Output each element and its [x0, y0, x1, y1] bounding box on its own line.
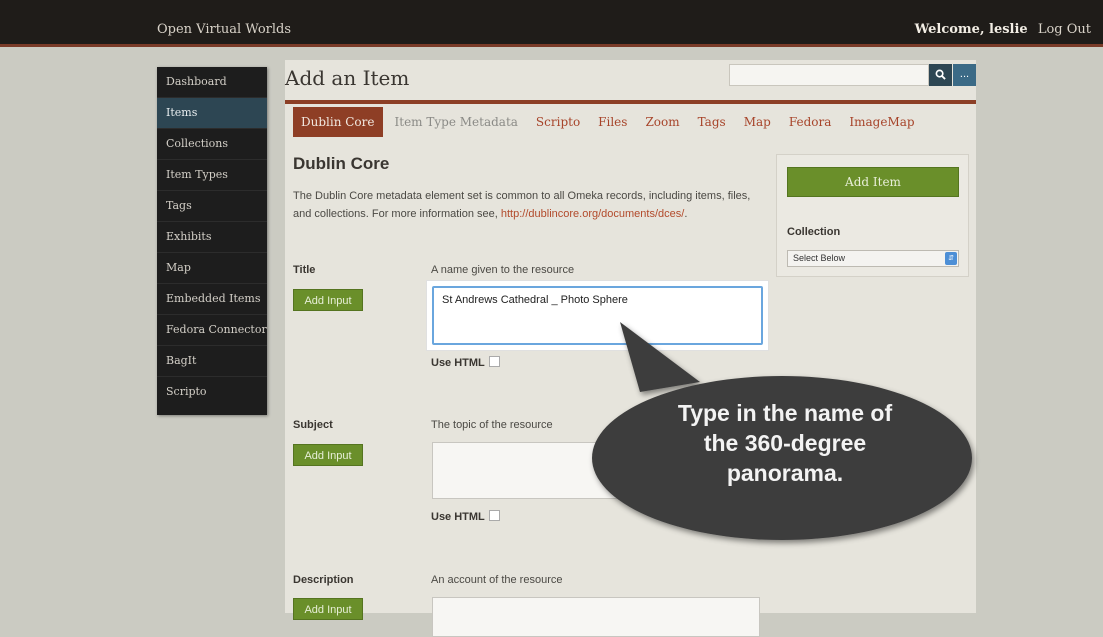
section-intro: The Dublin Core metadata element set is …	[293, 187, 763, 223]
title-field-highlight: St Andrews Cathedral _ Photo Sphere	[427, 281, 768, 350]
sidebar-item-exhibits[interactable]: Exhibits	[157, 222, 267, 253]
use-html-checkbox[interactable]	[488, 510, 500, 521]
tab-map[interactable]: Map	[744, 115, 771, 129]
sidebar-item-map[interactable]: Map	[157, 253, 267, 284]
tab-fedora[interactable]: Fedora	[789, 115, 832, 129]
sidebar-item-scripto[interactable]: Scripto	[157, 377, 267, 415]
title-textarea[interactable]: St Andrews Cathedral _ Photo Sphere	[432, 286, 763, 345]
title-description: A name given to the resource	[431, 264, 575, 276]
sidebar-item-bagit[interactable]: BagIt	[157, 346, 267, 377]
callout-line-3: panorama.	[726, 460, 844, 486]
tab-dublin-core[interactable]: Dublin Core	[293, 107, 383, 137]
callout-line-1: Type in the name of	[677, 400, 893, 426]
use-html-checkbox[interactable]	[488, 356, 500, 367]
sidebar-item-embedded-items[interactable]: Embedded Items	[157, 284, 267, 315]
tab-scripto[interactable]: Scripto	[536, 115, 580, 129]
top-bar: Open Virtual Worlds Welcome, leslie Log …	[0, 0, 1103, 47]
sidebar-item-dashboard[interactable]: Dashboard	[157, 67, 267, 98]
tab-imagemap[interactable]: ImageMap	[849, 115, 914, 129]
title-add-input-button[interactable]: Add Input	[293, 289, 363, 311]
subject-add-input-button[interactable]: Add Input	[293, 444, 363, 466]
sidebar-item-fedora-connector[interactable]: Fedora Connector	[157, 315, 267, 346]
user-area: Welcome, leslie Log Out	[915, 22, 1091, 37]
title-use-html[interactable]: Use HTML	[431, 356, 500, 369]
sidebar-nav: Dashboard Items Collections Item Types T…	[157, 67, 267, 415]
tab-tags[interactable]: Tags	[698, 115, 726, 129]
collection-select-value: Select Below	[793, 253, 846, 263]
tab-bar: Dublin Core Item Type Metadata Scripto F…	[287, 104, 933, 140]
sidebar-item-item-types[interactable]: Item Types	[157, 160, 267, 191]
select-arrows-icon: ⇵	[945, 252, 957, 265]
description-label: Description	[293, 574, 354, 586]
search-button[interactable]	[929, 64, 952, 86]
sidebar-item-tags[interactable]: Tags	[157, 191, 267, 222]
sidebar-item-collections[interactable]: Collections	[157, 129, 267, 160]
section-title: Dublin Core	[293, 154, 390, 173]
title-label: Title	[293, 264, 316, 276]
page-title: Add an Item	[285, 66, 410, 90]
intro-end: .	[684, 208, 688, 220]
welcome-text[interactable]: Welcome, leslie	[915, 22, 1028, 37]
callout-line-2: the 360-degree	[703, 430, 867, 456]
tab-zoom[interactable]: Zoom	[645, 115, 679, 129]
add-item-button[interactable]: Add Item	[787, 167, 959, 197]
search-icon	[935, 69, 946, 80]
use-html-label: Use HTML	[431, 357, 485, 369]
use-html-label: Use HTML	[431, 511, 485, 523]
more-options-button[interactable]: ...	[953, 64, 976, 86]
tab-files[interactable]: Files	[598, 115, 627, 129]
site-title[interactable]: Open Virtual Worlds	[157, 22, 291, 37]
tab-item-type-metadata[interactable]: Item Type Metadata	[395, 115, 518, 129]
sidebar-item-items[interactable]: Items	[157, 98, 267, 129]
description-description: An account of the resource	[431, 574, 563, 586]
description-textarea[interactable]	[432, 597, 760, 637]
callout-text: Type in the name of the 360-degree panor…	[600, 398, 970, 488]
subject-description: The topic of the resource	[431, 419, 553, 431]
dublin-core-link[interactable]: http://dublincore.org/documents/dces/	[501, 208, 684, 220]
subject-use-html[interactable]: Use HTML	[431, 510, 500, 523]
subject-label: Subject	[293, 419, 333, 431]
collection-label: Collection	[787, 226, 841, 238]
collection-select[interactable]: Select Below ⇵	[787, 250, 959, 267]
logout-link[interactable]: Log Out	[1038, 22, 1091, 37]
search-input[interactable]	[729, 64, 929, 86]
description-add-input-button[interactable]: Add Input	[293, 598, 363, 620]
